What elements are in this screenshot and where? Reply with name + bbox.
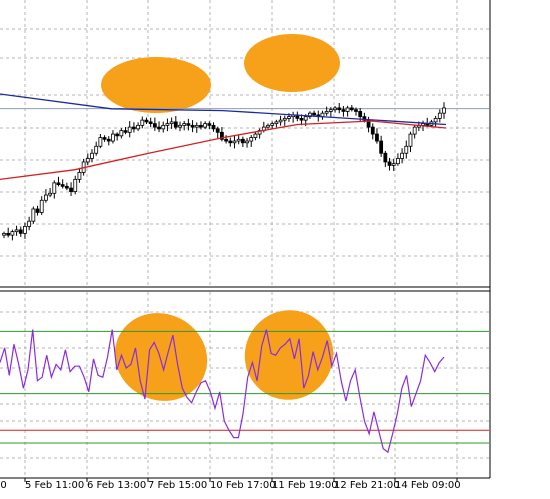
x-tick-label: 00	[0, 480, 7, 491]
x-tick-label: 14 Feb 09:00	[395, 480, 461, 491]
chart-figure: 00 5 Feb 11:006 Feb 13:007 Feb 15:0010 Fe…	[0, 0, 550, 495]
time-axis-labels: 00 5 Feb 11:006 Feb 13:007 Feb 15:0010 Fe…	[0, 478, 461, 491]
x-tick-label: 5 Feb 11:00	[25, 480, 84, 491]
candle	[31, 206, 36, 224]
x-tick-label: 7 Feb 15:00	[148, 480, 207, 491]
price-highlight-ellipse-1	[101, 57, 211, 113]
price-highlight-ellipse-2	[244, 34, 340, 92]
x-tick-label: 10 Feb 17:00	[210, 480, 276, 491]
x-tick-label: 12 Feb 21:00	[334, 480, 400, 491]
x-tick-label: 6 Feb 13:00	[87, 480, 146, 491]
chart-svg: 00 5 Feb 11:006 Feb 13:007 Feb 15:0010 Fe…	[0, 0, 550, 495]
x-tick-label: 11 Feb 19:00	[272, 480, 338, 491]
